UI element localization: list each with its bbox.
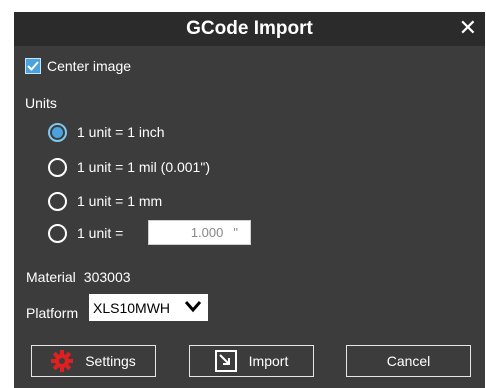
unit-option-inch[interactable]: 1 unit = 1 inch	[48, 120, 165, 144]
unit-option-label: 1 unit = 1 inch	[77, 124, 165, 140]
center-image-checkbox-row[interactable]: Center image	[25, 56, 131, 76]
unit-option-mm[interactable]: 1 unit = 1 mm	[48, 189, 162, 213]
material-row: Material 303003	[26, 269, 131, 285]
unit-option-label: 1 unit =	[77, 225, 124, 241]
gear-icon	[51, 350, 74, 372]
cancel-button-label: Cancel	[386, 353, 431, 369]
units-title: Units	[25, 95, 57, 111]
checkmark-icon	[27, 61, 39, 71]
dialog-title: GCode Import	[186, 18, 313, 39]
radio-selected-dot	[52, 126, 63, 138]
settings-button[interactable]: Settings	[31, 345, 156, 377]
radio-mm[interactable]	[48, 191, 67, 211]
center-image-label: Center image	[47, 58, 132, 74]
radio-custom[interactable]	[48, 223, 67, 243]
custom-unit-input[interactable]: 1.000 "	[148, 220, 251, 245]
close-icon[interactable]: ✕	[459, 16, 477, 40]
title-bar: GCode Import ✕	[14, 12, 485, 46]
material-label: Material	[26, 269, 76, 285]
unit-option-label: 1 unit = 1 mm	[77, 193, 163, 209]
gcode-import-dialog: GCode Import ✕ Center image Units 1 unit…	[14, 12, 485, 388]
platform-select[interactable]: XLS10MWH	[89, 294, 208, 321]
platform-label: Platform	[26, 305, 79, 321]
chevron-down-icon	[184, 301, 202, 313]
unit-option-mil[interactable]: 1 unit = 1 mil (0.001")	[48, 155, 210, 179]
settings-button-label: Settings	[85, 353, 136, 369]
unit-option-label: 1 unit = 1 mil (0.001")	[77, 159, 210, 175]
platform-selected-value: XLS10MWH	[93, 299, 171, 316]
import-button[interactable]: Import	[189, 345, 314, 377]
radio-inch[interactable]	[48, 122, 67, 142]
custom-unit-symbol: "	[233, 225, 238, 240]
import-icon	[214, 350, 237, 372]
center-image-checkbox[interactable]	[25, 58, 41, 74]
radio-mil[interactable]	[48, 157, 67, 177]
custom-unit-value: 1.000	[190, 225, 224, 240]
import-button-label: Import	[248, 353, 289, 369]
cancel-button[interactable]: Cancel	[346, 345, 471, 377]
unit-option-custom[interactable]: 1 unit =	[48, 221, 123, 245]
material-value: 303003	[83, 269, 131, 285]
